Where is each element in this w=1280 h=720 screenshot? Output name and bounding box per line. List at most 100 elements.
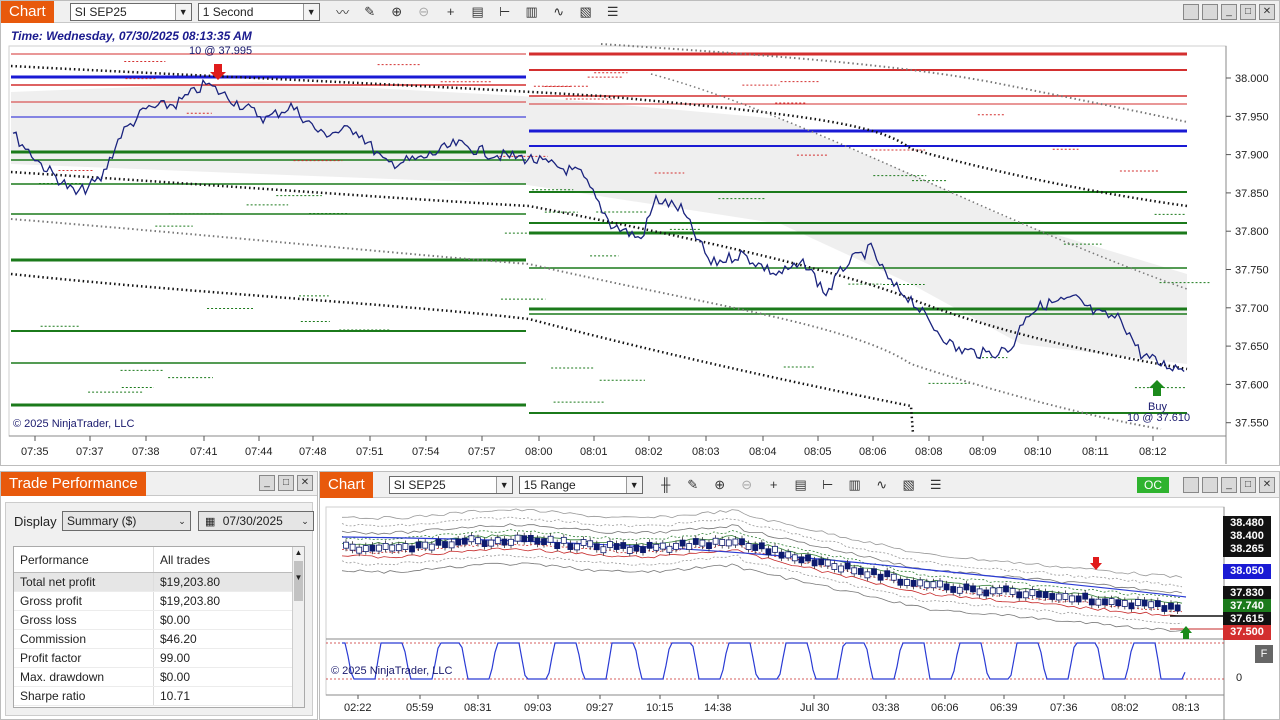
top-chart-window: Chart SI SEP25 ▼ 1 Second ▼ 〰 ✎ ⊕ ⊖ + ▤ … — [0, 0, 1280, 466]
interval-value: 1 Second — [202, 4, 254, 19]
drawing-tools-icon[interactable]: ⊢ — [494, 2, 516, 22]
chart-style-icon[interactable]: ╫ — [655, 475, 677, 495]
trade-performance-title[interactable]: Trade Performance — [1, 471, 146, 496]
indicators-icon[interactable]: ▥ — [521, 2, 543, 22]
crosshair-icon[interactable]: + — [763, 475, 785, 495]
close-button[interactable]: ✕ — [1259, 4, 1275, 20]
table-row[interactable]: Sharpe ratio 10.71 — [14, 687, 304, 706]
minimize-button[interactable]: _ — [259, 475, 275, 491]
top-chart-toolbar: Chart SI SEP25 ▼ 1 Second ▼ 〰 ✎ ⊕ ⊖ + ▤ … — [1, 0, 1279, 23]
candle-body — [805, 554, 811, 562]
templates-icon[interactable]: ▧ — [575, 2, 597, 22]
top-price-chart[interactable]: 38.000 37.950 37.900 37.850 37.800 37.750 37.7… — [1, 24, 1279, 466]
templates-icon[interactable]: ▧ — [898, 475, 920, 495]
display-selector[interactable]: Summary ($) ⌄ — [62, 511, 191, 531]
candle-body — [455, 538, 462, 546]
zoom-in-icon[interactable]: ⊕ — [386, 2, 408, 22]
group-icon[interactable] — [1202, 477, 1218, 493]
scroll-down-icon[interactable]: ▼ — [293, 573, 304, 582]
f-badge[interactable]: F — [1255, 645, 1273, 663]
properties-icon[interactable]: ▤ — [467, 2, 489, 22]
interval-selector[interactable]: 15 Range ▼ — [518, 475, 643, 494]
trade-performance-header: Trade Performance _ □ ✕ — [1, 471, 317, 496]
candle-body — [501, 538, 508, 546]
zoom-out-icon[interactable]: ⊖ — [736, 475, 758, 495]
oc-badge[interactable]: OC — [1137, 477, 1169, 493]
candle-body — [382, 543, 389, 550]
table-row[interactable]: Gross loss $0.00 — [14, 611, 304, 630]
metric-value: $46.20 — [160, 632, 197, 646]
link-icon[interactable] — [1183, 477, 1199, 493]
zoom-in-icon[interactable]: ⊕ — [709, 475, 731, 495]
candle-body — [1029, 589, 1036, 597]
x-tick-label: 08:00 — [525, 446, 553, 458]
bottom-chart-tab[interactable]: Chart — [320, 471, 373, 498]
zoom-out-icon[interactable]: ⊖ — [413, 2, 435, 22]
candle-body — [1161, 605, 1168, 612]
interval-selector[interactable]: 1 Second ▼ — [197, 2, 320, 21]
candle-body — [607, 541, 613, 548]
metric-value: $19,203.80 — [160, 575, 221, 589]
candle-body — [910, 579, 917, 587]
minimize-button[interactable]: _ — [1221, 477, 1237, 493]
table-row[interactable]: Gross profit $19,203.80 — [14, 592, 304, 611]
strategies-icon[interactable]: ∿ — [871, 475, 893, 495]
candle-body — [369, 544, 376, 552]
table-row[interactable]: Profit factor 99.00 — [14, 649, 304, 668]
candle-body — [989, 587, 996, 595]
instrument-selector[interactable]: SI SEP25 ▼ — [69, 2, 192, 21]
candle-body — [640, 546, 646, 554]
maximize-button[interactable]: □ — [1240, 477, 1256, 493]
candle-body — [758, 542, 765, 550]
bottom-price-chart[interactable]: 02:22 05:59 08:31 09:03 09:27 10:15 14:38 Jul 3… — [320, 499, 1279, 720]
metric-name: Total net profit — [14, 573, 154, 591]
link-icon[interactable] — [1183, 4, 1199, 20]
table-row[interactable]: Max. drawdown $0.00 — [14, 668, 304, 687]
candle-body — [422, 541, 429, 549]
candle-body — [633, 544, 640, 552]
header-performance[interactable]: Performance — [14, 547, 154, 572]
candle-body — [362, 545, 369, 552]
chevron-down-icon: ⌄ — [178, 516, 186, 526]
candle-body — [475, 537, 481, 545]
close-button[interactable]: ✕ — [297, 475, 313, 491]
table-row[interactable]: Commission $46.20 — [14, 630, 304, 649]
instrument-selector[interactable]: SI SEP25 ▼ — [388, 475, 513, 494]
envelope-line — [341, 547, 1183, 617]
interval-value: 15 Range — [523, 477, 576, 492]
close-button[interactable]: ✕ — [1259, 477, 1275, 493]
top-chart-tab[interactable]: Chart — [1, 0, 54, 23]
drawing-tools-icon[interactable]: ⊢ — [817, 475, 839, 495]
candle-body — [527, 535, 534, 542]
minimize-button[interactable]: _ — [1221, 4, 1237, 20]
y-tick-label: 37.650 — [1235, 341, 1269, 353]
candle-body — [1082, 592, 1089, 600]
scroll-up-icon[interactable]: ▲ — [293, 547, 304, 559]
envelope-line — [341, 554, 1183, 625]
pencil-icon[interactable]: ✎ — [359, 2, 381, 22]
indicators-icon[interactable]: ▥ — [844, 475, 866, 495]
candle-body — [706, 542, 712, 550]
table-row[interactable]: Total net profit $19,203.80 — [14, 573, 304, 592]
properties-icon[interactable]: ▤ — [790, 475, 812, 495]
candle-body — [772, 545, 778, 553]
crosshair-icon[interactable]: + — [440, 2, 462, 22]
group-icon[interactable] — [1202, 4, 1218, 20]
table-scrollbar[interactable]: ▲ ▼ — [292, 547, 304, 707]
candle-body — [349, 543, 356, 551]
strategies-icon[interactable]: ∿ — [548, 2, 570, 22]
maximize-button[interactable]: □ — [278, 475, 294, 491]
metric-value: $0.00 — [160, 613, 191, 627]
list-icon[interactable]: ☰ — [602, 2, 624, 22]
display-label: Display — [14, 514, 57, 529]
metric-name: Gross loss — [14, 611, 154, 629]
maximize-button[interactable]: □ — [1240, 4, 1256, 20]
x-tick-label: 08:09 — [969, 446, 997, 458]
list-icon[interactable]: ☰ — [925, 475, 947, 495]
candle-body — [508, 538, 514, 546]
chart-style-icon[interactable]: 〰 — [332, 2, 354, 22]
header-all-trades[interactable]: All trades — [154, 547, 304, 572]
date-picker[interactable]: ▦ 07/30/2025 ⌄ — [198, 511, 314, 531]
pencil-icon[interactable]: ✎ — [682, 475, 704, 495]
candle-body — [871, 568, 877, 576]
